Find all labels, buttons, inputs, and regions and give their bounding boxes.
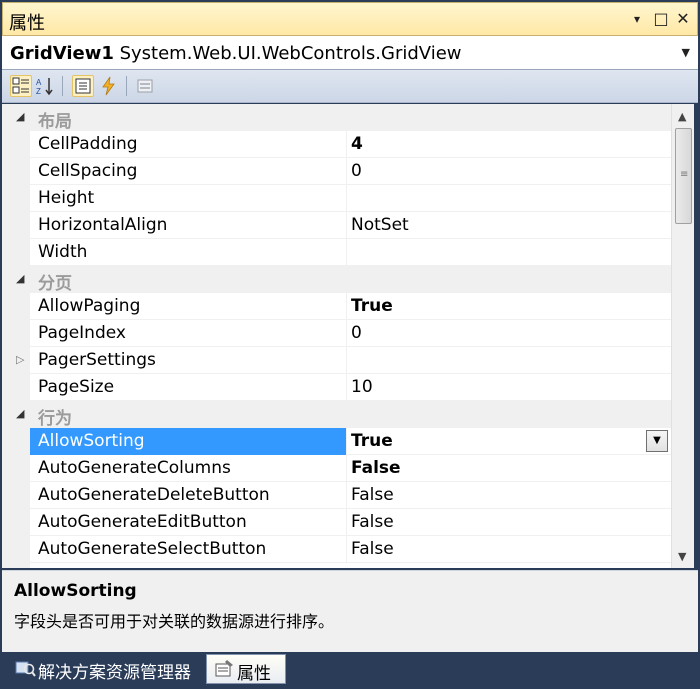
property-value[interactable]: False — [346, 536, 671, 563]
scroll-up-icon[interactable]: ▲ — [678, 110, 686, 123]
property-row[interactable]: Width — [2, 239, 671, 266]
tab-properties[interactable]: 属性 — [206, 654, 286, 684]
description-text: 字段头是否可用于对关联的数据源进行排序。 — [14, 612, 335, 631]
property-name: AllowSorting — [38, 431, 145, 451]
property-name: AutoGenerateEditButton — [38, 512, 247, 532]
description-title: AllowSorting — [14, 581, 137, 601]
property-grid: ◢ 布局 CellPadding 4 CellSpacing 0 Height … — [2, 104, 671, 568]
dropdown-arrow-icon[interactable]: ▼ — [682, 46, 690, 59]
property-row[interactable]: ▷ PagerSettings — [2, 347, 671, 374]
object-selector[interactable]: GridView1 System.Web.UI.WebControls.Grid… — [2, 36, 698, 70]
bottom-tabs: 解决方案资源管理器 属性 — [0, 652, 700, 689]
description-pane: AllowSorting 字段头是否可用于对关联的数据源进行排序。 — [2, 570, 698, 652]
close-icon[interactable]: ✕ — [673, 9, 693, 29]
property-row[interactable]: PageIndex 0 — [2, 320, 671, 347]
category-label: 布局 — [38, 112, 72, 132]
object-type: System.Web.UI.WebControls.GridView — [119, 43, 462, 64]
property-row[interactable]: AutoGenerateColumns False — [2, 455, 671, 482]
title-bar[interactable]: 属性 ▾ □ ✕ — [2, 2, 698, 36]
property-row[interactable]: AutoGenerateSelectButton False — [2, 536, 671, 563]
property-pages-icon[interactable] — [134, 75, 156, 97]
property-name: AutoGenerateSelectButton — [38, 539, 267, 559]
toolbar-separator — [126, 76, 127, 96]
property-row-partial[interactable] — [2, 563, 671, 568]
property-value[interactable]: 4 — [346, 131, 671, 158]
property-value[interactable]: False — [346, 455, 671, 482]
category-label: 行为 — [38, 409, 72, 429]
collapse-icon[interactable]: ◢ — [16, 407, 24, 420]
property-value[interactable]: False — [346, 509, 671, 536]
property-row[interactable]: CellPadding 4 — [2, 131, 671, 158]
tab-label: 解决方案资源管理器 — [38, 663, 191, 683]
properties-icon[interactable] — [72, 75, 94, 97]
property-value[interactable]: False — [346, 482, 671, 509]
property-row[interactable]: CellSpacing 0 — [2, 158, 671, 185]
property-value[interactable] — [346, 347, 671, 374]
property-value[interactable]: 0 — [346, 158, 671, 185]
collapse-icon[interactable]: ◢ — [16, 110, 24, 123]
tab-label: 属性 — [237, 664, 271, 684]
property-row-selected[interactable]: AllowSorting True ▼ — [2, 428, 671, 455]
property-name: PagerSettings — [38, 350, 156, 370]
properties-icon — [213, 659, 235, 684]
property-value[interactable]: 0 — [346, 320, 671, 347]
property-name: HorizontalAlign — [38, 215, 168, 235]
property-name: CellSpacing — [38, 161, 138, 181]
property-name: AllowPaging — [38, 296, 141, 316]
property-row[interactable]: Height — [2, 185, 671, 212]
property-name: Height — [38, 188, 95, 208]
events-icon[interactable] — [98, 75, 120, 97]
property-name: CellPadding — [38, 134, 138, 154]
expand-icon[interactable]: ▷ — [16, 353, 24, 366]
scroll-thumb[interactable]: ≡ — [675, 128, 692, 224]
collapse-icon[interactable]: ◢ — [16, 272, 24, 285]
window-title: 属性 — [9, 13, 45, 34]
property-name: PageSize — [38, 377, 115, 397]
toolbar-separator — [62, 76, 63, 96]
scroll-down-icon[interactable]: ▼ — [678, 550, 686, 563]
vertical-scrollbar[interactable]: ▲ ≡ ▼ — [671, 104, 694, 568]
tab-solution-explorer[interactable]: 解决方案资源管理器 — [8, 654, 204, 684]
property-name: AutoGenerateColumns — [38, 458, 231, 478]
property-value[interactable] — [346, 239, 671, 266]
object-name: GridView1 — [10, 43, 114, 64]
property-value[interactable]: True — [346, 428, 671, 455]
dropdown-button[interactable]: ▼ — [646, 430, 668, 452]
property-value[interactable] — [346, 185, 671, 212]
property-value[interactable]: 10 — [346, 374, 671, 401]
window-menu-icon[interactable]: ▾ — [627, 9, 647, 29]
categorized-icon[interactable] — [10, 75, 32, 97]
property-row[interactable]: AutoGenerateDeleteButton False — [2, 482, 671, 509]
property-row[interactable]: AllowPaging True — [2, 293, 671, 320]
toolbar: A Z — [2, 70, 698, 103]
category-paging[interactable]: ◢ 分页 — [2, 266, 671, 294]
svg-text:Z: Z — [36, 87, 41, 96]
category-behavior[interactable]: ◢ 行为 — [2, 401, 671, 429]
property-name: AutoGenerateDeleteButton — [38, 485, 270, 505]
maximize-icon[interactable]: □ — [651, 9, 671, 29]
property-value[interactable]: True — [346, 293, 671, 320]
svg-text:A: A — [36, 78, 42, 87]
category-layout[interactable]: ◢ 布局 — [2, 104, 671, 132]
solution-explorer-icon — [14, 658, 36, 683]
grip-icon: ≡ — [680, 169, 689, 180]
property-row[interactable]: PageSize 10 — [2, 374, 671, 401]
property-name: PageIndex — [38, 323, 126, 343]
properties-window: 属性 ▾ □ ✕ GridView1 System.Web.UI.WebCont… — [0, 0, 700, 689]
alphabetical-icon[interactable]: A Z — [34, 75, 56, 97]
property-row[interactable]: AutoGenerateEditButton False — [2, 509, 671, 536]
category-label: 分页 — [38, 274, 72, 294]
property-row[interactable]: HorizontalAlign NotSet — [2, 212, 671, 239]
property-name: Width — [38, 242, 88, 262]
property-value[interactable]: NotSet — [346, 212, 671, 239]
